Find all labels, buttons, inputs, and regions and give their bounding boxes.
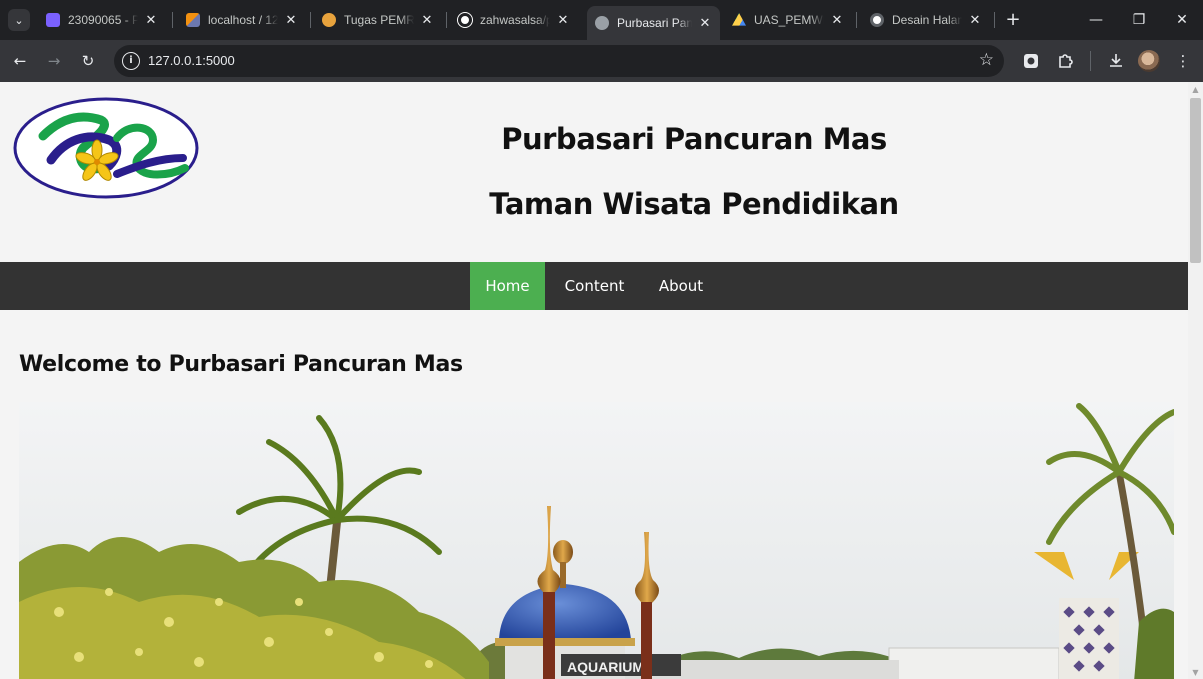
- profile-avatar[interactable]: [1138, 50, 1160, 72]
- page-viewport: Purbasari Pancuran Mas Taman Wisata Pend…: [0, 82, 1188, 679]
- tab-divider: [994, 12, 995, 28]
- tab-divider: [446, 12, 447, 28]
- close-tab-icon[interactable]: ✕: [144, 12, 158, 28]
- site-header: Purbasari Pancuran Mas Taman Wisata Pend…: [0, 82, 1188, 262]
- site-title: Purbasari Pancuran Mas: [501, 122, 887, 156]
- browser-tab-active[interactable]: Purbasari Pan ✕: [587, 6, 720, 40]
- browser-toolbar: ← → ↻ i 127.0.0.1:5000 ☆: [0, 40, 1203, 82]
- tab-divider: [172, 12, 173, 28]
- site-info-icon[interactable]: i: [122, 52, 140, 70]
- address-bar[interactable]: i 127.0.0.1:5000 ☆: [114, 45, 1004, 77]
- tab-favicon-icon: [46, 13, 60, 27]
- nav-content[interactable]: Content: [551, 262, 638, 310]
- close-tab-icon[interactable]: ✕: [830, 12, 844, 28]
- close-tab-icon[interactable]: ✕: [284, 12, 298, 28]
- welcome-heading: Welcome to Purbasari Pancuran Mas: [19, 352, 463, 377]
- toolbar-divider: [1090, 51, 1091, 71]
- back-arrow-icon[interactable]: ←: [9, 50, 31, 72]
- github-icon: [458, 13, 472, 27]
- browser-tab[interactable]: UAS_PEMWEB ✕: [724, 6, 852, 34]
- browser-tab[interactable]: zahwasalsa/p ✕: [450, 6, 578, 34]
- browser-tab[interactable]: 23090065 - P ✕: [38, 6, 166, 34]
- site-subtitle: Taman Wisata Pendidikan: [489, 187, 899, 221]
- minimize-icon[interactable]: —: [1083, 8, 1109, 32]
- reload-icon[interactable]: ↻: [77, 50, 99, 72]
- browser-tab[interactable]: localhost / 12 ✕: [178, 6, 306, 34]
- nav-about[interactable]: About: [644, 262, 718, 310]
- tab-favicon-icon: [322, 13, 336, 27]
- globe-icon: [595, 16, 609, 30]
- address-bar-url[interactable]: 127.0.0.1:5000: [148, 53, 235, 68]
- browser-tab[interactable]: Tugas PEMRO ✕: [314, 6, 442, 34]
- tab-divider: [856, 12, 857, 28]
- menu-kebab-icon[interactable]: ⋮: [1171, 49, 1195, 73]
- tab-label: Tugas PEMRO: [344, 13, 414, 27]
- scroll-up-arrow-icon[interactable]: ▲: [1191, 85, 1200, 95]
- nav-home[interactable]: Home: [470, 262, 545, 310]
- tab-label: zahwasalsa/p: [480, 13, 550, 27]
- extensions-puzzle-icon[interactable]: [1053, 49, 1077, 73]
- tab-label: localhost / 12: [208, 13, 278, 27]
- forward-arrow-icon[interactable]: →: [43, 50, 65, 72]
- openai-icon: [870, 13, 884, 27]
- tab-label: Purbasari Pan: [617, 16, 692, 30]
- close-tab-icon[interactable]: ✕: [420, 12, 434, 28]
- drive-icon: [732, 13, 746, 26]
- browser-tabstrip: ⌄ 23090065 - P ✕ localhost / 12 ✕ Tugas …: [0, 0, 1203, 40]
- browser-tab[interactable]: Desain Halam ✕: [862, 6, 990, 34]
- tab-favicon-icon: [186, 13, 200, 27]
- tab-label: 23090065 - P: [68, 13, 138, 27]
- close-window-icon[interactable]: ✕: [1169, 8, 1195, 32]
- close-tab-icon[interactable]: ✕: [556, 12, 570, 28]
- tab-search-chevron-icon[interactable]: ⌄: [8, 9, 30, 31]
- tab-label: UAS_PEMWEB: [754, 13, 824, 27]
- extension-shield-icon[interactable]: [1019, 49, 1043, 73]
- close-tab-icon[interactable]: ✕: [968, 12, 982, 28]
- tab-divider: [310, 12, 311, 28]
- aquarium-sign-text: AQUARIUM: [567, 659, 644, 675]
- tab-label: Desain Halam: [892, 13, 962, 27]
- bookmark-star-icon[interactable]: ☆: [979, 50, 994, 70]
- page-scrollbar[interactable]: ▲ ▼: [1188, 82, 1203, 679]
- new-tab-plus-icon[interactable]: +: [1003, 9, 1023, 31]
- scroll-down-arrow-icon[interactable]: ▼: [1191, 668, 1200, 678]
- restore-icon[interactable]: ❐: [1126, 8, 1152, 32]
- site-navbar: Home Content About: [0, 262, 1188, 310]
- download-icon[interactable]: [1104, 49, 1128, 73]
- close-tab-icon[interactable]: ✕: [698, 15, 712, 31]
- purbasari-logo: [13, 97, 199, 199]
- hero-image: AQUARIUM: [19, 402, 1174, 679]
- scrollbar-thumb[interactable]: [1190, 98, 1201, 263]
